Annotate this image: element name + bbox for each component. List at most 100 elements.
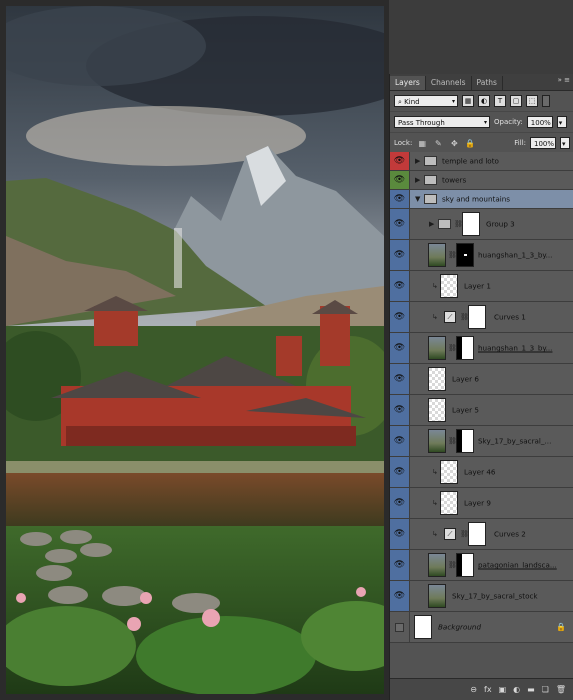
layer-thumbnail[interactable]: [414, 615, 432, 639]
image-filter-icon[interactable]: ▦: [462, 95, 474, 107]
layer-mask-thumbnail[interactable]: [468, 305, 486, 329]
folder-open-icon: [424, 194, 437, 204]
tab-layers[interactable]: Layers: [390, 76, 426, 90]
layer-mask-thumbnail[interactable]: [456, 336, 474, 360]
smart-object-filter-icon[interactable]: ⬚: [526, 95, 538, 107]
layer-row[interactable]: 👁 ↳ ⟋ ⛓ Curves 2: [390, 519, 573, 550]
visibility-eye-icon[interactable]: 👁: [390, 488, 410, 518]
adjustment-filter-icon[interactable]: ◐: [478, 95, 490, 107]
opacity-label: Opacity:: [494, 118, 523, 126]
visibility-eye-icon[interactable]: 👁: [390, 209, 410, 239]
visibility-eye-icon[interactable]: 👁: [390, 426, 410, 456]
curves-adjustment-icon[interactable]: ⟋: [444, 528, 456, 540]
tab-paths[interactable]: Paths: [472, 76, 503, 90]
layer-thumbnail[interactable]: [440, 274, 458, 298]
tab-channels[interactable]: Channels: [426, 76, 472, 90]
opacity-dropdown-icon[interactable]: ▾: [556, 116, 567, 128]
fill-dropdown-icon[interactable]: ▾: [560, 137, 570, 149]
layer-row[interactable]: 👁 ↳ ⟋ ⛓ Curves 1: [390, 302, 573, 333]
layer-row[interactable]: 👁 ▶ temple and loto: [390, 152, 573, 171]
chevron-down-icon: ▾: [483, 119, 487, 126]
folder-icon: [424, 175, 437, 185]
layer-name: Background: [438, 622, 482, 632]
visibility-eye-icon[interactable]: 👁: [390, 395, 410, 425]
visibility-eye-icon[interactable]: 👁: [390, 152, 410, 170]
filter-toggle-icon[interactable]: [542, 95, 550, 107]
layer-row[interactable]: 👁 ⛓ Sky_17_by_sacral_...: [390, 426, 573, 457]
lock-transparent-icon[interactable]: ▦: [416, 139, 428, 148]
visibility-eye-icon[interactable]: 👁: [390, 457, 410, 487]
layer-mask-thumbnail[interactable]: [456, 243, 474, 267]
kind-filter-label: Kind: [404, 98, 420, 106]
visibility-eye-icon[interactable]: 👁: [390, 271, 410, 301]
layer-row[interactable]: 👁 ↳ Layer 9: [390, 488, 573, 519]
kind-filter-select[interactable]: ⌕ Kind ▾: [394, 95, 458, 107]
collapse-arrow-icon[interactable]: ▼: [415, 195, 420, 203]
layer-row[interactable]: 👁 ▶ ⛓ Group 3: [390, 209, 573, 240]
visibility-eye-icon[interactable]: 👁: [390, 171, 410, 189]
link-layers-icon[interactable]: ⊖: [470, 685, 477, 694]
lock-position-icon[interactable]: ✥: [448, 139, 460, 148]
expand-arrow-icon[interactable]: ▶: [415, 176, 420, 184]
layer-thumbnail[interactable]: [428, 336, 446, 360]
visibility-eye-icon[interactable]: 👁: [390, 190, 410, 208]
expand-arrow-icon[interactable]: ▶: [429, 220, 434, 228]
folder-icon: [424, 156, 437, 166]
layer-row[interactable]: Background 🔒: [390, 612, 573, 643]
layer-row[interactable]: 👁 ↳ Layer 1: [390, 271, 573, 302]
layer-mask-thumbnail[interactable]: [456, 553, 474, 577]
layer-row[interactable]: 👁 ⛓ patagonian_landsca...: [390, 550, 573, 581]
new-group-icon[interactable]: ▬: [527, 685, 535, 694]
layer-name: towers: [442, 175, 467, 185]
adjustment-layer-icon[interactable]: ◐: [513, 685, 520, 694]
visibility-eye-icon[interactable]: 👁: [390, 302, 410, 332]
visibility-eye-icon[interactable]: 👁: [390, 581, 410, 611]
blend-mode-select[interactable]: Pass Through ▾: [394, 116, 490, 128]
layer-name: Layer 9: [464, 498, 491, 508]
layer-row[interactable]: 👁 ⛓ huangshan_1_3_by...: [390, 333, 573, 364]
lock-all-icon[interactable]: 🔒: [464, 139, 476, 148]
visibility-eye-icon[interactable]: 👁: [390, 240, 410, 270]
layer-row[interactable]: 👁 Layer 5: [390, 395, 573, 426]
add-mask-icon[interactable]: ▣: [499, 685, 507, 694]
layer-thumbnail[interactable]: [440, 460, 458, 484]
layer-thumbnail[interactable]: [428, 429, 446, 453]
opacity-input[interactable]: 100%: [526, 116, 553, 128]
layer-thumbnail[interactable]: [428, 584, 446, 608]
document-canvas[interactable]: [6, 6, 384, 694]
type-filter-icon[interactable]: T: [494, 95, 506, 107]
panel-menu-icon[interactable]: » ≡: [558, 76, 570, 84]
layer-name: Layer 5: [452, 405, 479, 415]
visibility-toggle-empty[interactable]: [390, 612, 410, 642]
layer-mask-thumbnail[interactable]: [468, 522, 486, 546]
blend-row: Pass Through ▾ Opacity: 100% ▾: [390, 112, 573, 133]
fill-input[interactable]: 100%: [530, 137, 556, 149]
layer-name: Group 3: [486, 219, 515, 229]
layer-thumbnail[interactable]: [440, 491, 458, 515]
shape-filter-icon[interactable]: ▢: [510, 95, 522, 107]
layer-thumbnail[interactable]: [428, 398, 446, 422]
layer-row[interactable]: 👁 ▶ towers: [390, 171, 573, 190]
trash-icon[interactable]: 🗑: [556, 685, 566, 694]
visibility-eye-icon[interactable]: 👁: [390, 364, 410, 394]
curves-adjustment-icon[interactable]: ⟋: [444, 311, 456, 323]
layer-row[interactable]: 👁 ⛓ huangshan_1_3_by...: [390, 240, 573, 271]
layer-row-selected[interactable]: 👁 ▼ sky and mountains: [390, 190, 573, 209]
layer-row[interactable]: 👁 Layer 6: [390, 364, 573, 395]
hidden-visibility-icon: [395, 622, 404, 632]
visibility-eye-icon[interactable]: 👁: [390, 550, 410, 580]
new-layer-icon[interactable]: ❏: [542, 685, 549, 694]
layer-thumbnail[interactable]: [428, 243, 446, 267]
layer-thumbnail[interactable]: [428, 367, 446, 391]
layer-mask-thumbnail[interactable]: [462, 212, 480, 236]
fx-icon[interactable]: fx: [484, 685, 492, 694]
layer-mask-thumbnail[interactable]: [456, 429, 474, 453]
visibility-eye-icon[interactable]: 👁: [390, 519, 410, 549]
layer-row[interactable]: 👁 Sky_17_by_sacral_stock: [390, 581, 573, 612]
layer-thumbnail[interactable]: [428, 553, 446, 577]
lock-image-icon[interactable]: ✎: [432, 139, 444, 148]
visibility-eye-icon[interactable]: 👁: [390, 333, 410, 363]
expand-arrow-icon[interactable]: ▶: [415, 157, 420, 165]
layers-panel: Layers Channels Paths » ≡ ⌕ Kind ▾ ▦ ◐ T…: [389, 74, 573, 700]
layer-row[interactable]: 👁 ↳ Layer 46: [390, 457, 573, 488]
